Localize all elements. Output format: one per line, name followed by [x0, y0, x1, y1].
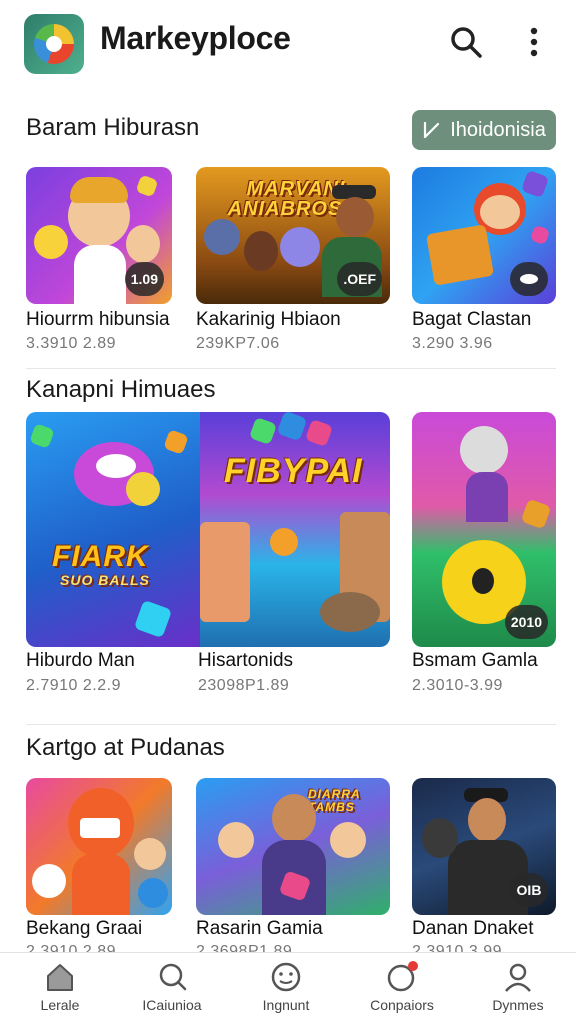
nav-item-face[interactable]: Ingnunt — [236, 961, 336, 1021]
game-thumbnail[interactable]: FIARK SUO BALLS — [26, 412, 200, 647]
nav-label: Dynmes — [492, 997, 544, 1013]
more-vertical-icon[interactable] — [514, 22, 554, 62]
game-name[interactable]: Bagat Clastan — [412, 309, 531, 331]
section-title: Kartgo at Pudanas — [26, 734, 225, 761]
game-name[interactable]: Hisartonids — [198, 650, 293, 672]
game-thumbnail[interactable] — [26, 778, 172, 915]
game-meta: 3.290 3.96 — [412, 335, 493, 352]
bell-icon — [386, 961, 418, 993]
nav-item-profile[interactable]: Dynmes — [468, 961, 568, 1021]
rating-badge: .OEF — [337, 262, 382, 296]
section-action-label: Ihoidonisia — [450, 118, 546, 141]
game-thumbnail[interactable]: DIARRA TAMBS — [196, 778, 390, 915]
search-icon — [156, 961, 188, 993]
game-name[interactable]: Rasarin Gamia — [196, 918, 323, 940]
bottom-navigation: Lerale ICaiunioa Ingnunt Conpaiors Dynme… — [0, 952, 576, 1024]
game-name[interactable]: Bsmam Gamla — [412, 650, 538, 672]
game-thumbnail[interactable]: 1.09 — [26, 167, 172, 304]
nav-item-notifications[interactable]: Conpaiors — [352, 961, 452, 1021]
more-badge — [510, 262, 548, 296]
face-icon — [270, 961, 302, 993]
app-title: Markeyploce — [100, 20, 291, 56]
top-app-bar: Markeyploce — [0, 0, 576, 88]
game-thumbnail[interactable]: FIBYPAI — [200, 412, 390, 647]
nav-label: ICaiunioa — [142, 997, 202, 1013]
game-name[interactable]: Bekang Graai — [26, 918, 142, 940]
game-meta: 2.7910 2.2.9 — [26, 677, 121, 694]
home-icon — [44, 961, 76, 993]
nav-item-search[interactable]: ICaiunioa — [122, 961, 222, 1021]
nav-label: Ingnunt — [262, 997, 310, 1013]
game-meta: 23098P1.89 — [198, 677, 290, 694]
section-divider — [26, 724, 556, 725]
game-name[interactable]: Danan Dnaket — [412, 918, 533, 940]
section-title: Kanapni Himuaes — [26, 376, 216, 403]
rating-badge: OIB — [510, 873, 548, 907]
search-icon[interactable] — [446, 22, 486, 62]
game-thumbnail[interactable]: MARVANI ANIABROSAI .OEF — [196, 167, 390, 304]
rating-badge: 1.09 — [124, 262, 164, 296]
game-name[interactable]: Kakarinig Hbiaon — [196, 309, 341, 331]
game-art-title: FIARK — [52, 540, 149, 573]
game-art-title: FIBYPAI — [224, 452, 363, 490]
game-art-subtitle: SUO BALLS — [60, 572, 150, 588]
profile-icon — [502, 961, 534, 993]
game-name[interactable]: Hiburdo Man — [26, 650, 135, 672]
section-divider — [26, 368, 556, 369]
game-art-title: DIARRA TAMBS — [308, 787, 361, 814]
game-thumbnail[interactable]: OIB — [412, 778, 556, 915]
game-name[interactable]: Hiourrm hibunsia — [26, 309, 170, 331]
section-title: Baram Hiburasn — [26, 114, 200, 141]
rating-badge: 2010 — [504, 605, 548, 639]
section-action-button[interactable]: Ihoidonisia — [412, 110, 556, 150]
game-meta: 2.3010-3.99 — [412, 677, 503, 694]
game-meta: 239KP7.06 — [196, 335, 280, 352]
game-thumbnail[interactable]: 2010 — [412, 412, 556, 647]
nav-label: Conpaiors — [370, 997, 434, 1013]
nav-item-home[interactable]: Lerale — [10, 961, 110, 1021]
game-thumbnail[interactable] — [412, 167, 556, 304]
notification-dot — [408, 961, 418, 971]
pencil-icon — [424, 121, 440, 139]
app-logo-icon[interactable] — [24, 14, 84, 74]
nav-label: Lerale — [40, 997, 80, 1013]
game-meta: 3.3910 2.89 — [26, 335, 117, 352]
